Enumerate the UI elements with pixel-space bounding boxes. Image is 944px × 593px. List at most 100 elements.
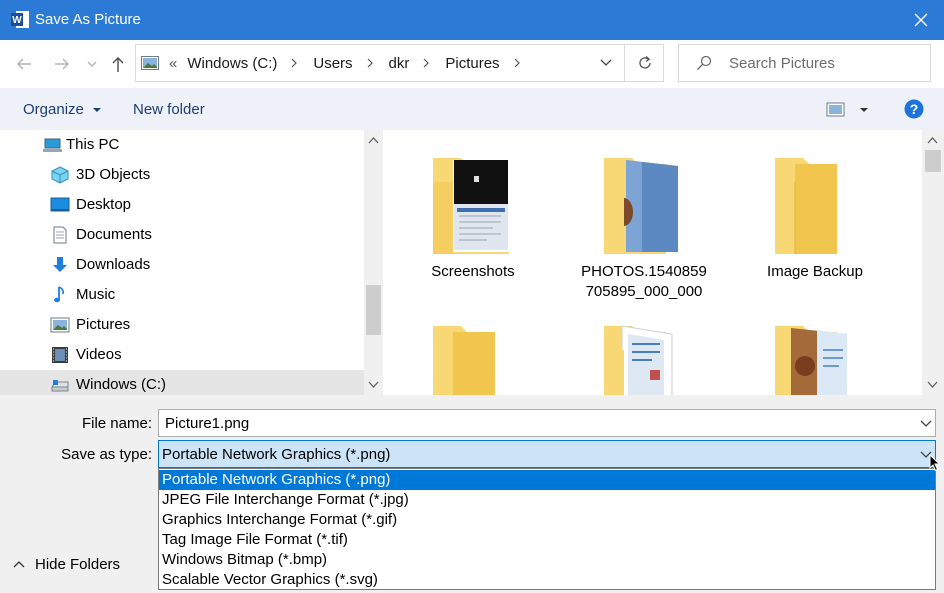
downloads-icon xyxy=(53,257,67,272)
music-icon xyxy=(54,286,64,303)
sidebar-item-music[interactable]: Music xyxy=(0,280,364,310)
desktop-icon xyxy=(50,197,70,212)
hide-folders-label: Hide Folders xyxy=(35,556,121,573)
chevron-down-icon[interactable] xyxy=(920,420,932,428)
search-icon xyxy=(697,55,712,70)
breadcrumb-dkr[interactable]: dkr xyxy=(389,55,410,72)
sidebar-item-label: This PC xyxy=(66,136,120,153)
this-pc-icon xyxy=(43,138,62,152)
sidebar-item-3d-objects[interactable]: 3D Objects xyxy=(0,160,364,190)
file-name-field[interactable]: Picture1.png xyxy=(158,409,936,437)
chevron-down-icon xyxy=(600,59,612,66)
scroll-thumb[interactable] xyxy=(366,285,381,335)
sidebar-item-pictures[interactable]: Pictures xyxy=(0,310,364,340)
title-bar: W Save As Picture xyxy=(0,0,944,40)
new-folder-button[interactable]: New folder xyxy=(133,101,205,118)
scroll-up-icon[interactable] xyxy=(927,136,938,144)
breadcrumb-users[interactable]: Users xyxy=(313,55,352,72)
folder-icon xyxy=(604,325,673,395)
sidebar-item-desktop[interactable]: Desktop xyxy=(0,190,364,220)
folder-icon xyxy=(433,158,509,254)
address-history-button[interactable] xyxy=(588,45,624,81)
scroll-up-icon[interactable] xyxy=(368,136,379,144)
refresh-button[interactable] xyxy=(624,45,664,81)
search-placeholder: Search Pictures xyxy=(729,55,835,72)
chevron-right-icon[interactable] xyxy=(512,58,522,68)
chevron-right-icon[interactable] xyxy=(365,58,375,68)
forward-arrow-icon[interactable] xyxy=(52,54,72,74)
breadcrumb-pictures[interactable]: Pictures xyxy=(445,55,499,72)
videos-icon xyxy=(52,347,68,363)
sidebar-item-label: Pictures xyxy=(76,316,131,333)
address-bar[interactable]: « Windows (C:) Users dkr Pictures xyxy=(135,44,664,82)
folder-icon xyxy=(604,158,678,254)
folder-icon xyxy=(775,158,837,254)
scroll-down-icon[interactable] xyxy=(368,381,379,389)
file-name-label: File name: xyxy=(81,415,152,432)
chevron-right-icon[interactable] xyxy=(289,58,299,68)
sidebar-item-label: Videos xyxy=(76,346,122,363)
dropdown-option-gif[interactable]: Graphics Interchange Format (*.gif) xyxy=(159,510,935,530)
sidebar-item-label: Desktop xyxy=(76,196,132,213)
caret-down-icon xyxy=(93,108,102,112)
close-button[interactable] xyxy=(898,0,944,40)
window-title: Save As Picture xyxy=(35,11,141,28)
help-button[interactable]: ? xyxy=(904,99,924,119)
file-list[interactable]: Screenshots PHOTOS.1540859 705895_000_00… xyxy=(383,130,922,395)
navigation-pane[interactable]: This PC 3D Objects Desktop Documents Dow… xyxy=(0,130,364,395)
save-as-type-dropdown[interactable]: Portable Network Graphics (*.png) JPEG F… xyxy=(158,468,936,590)
search-input[interactable]: Search Pictures xyxy=(678,44,931,82)
pictures-icon xyxy=(50,317,70,333)
folder-label: Screenshots xyxy=(431,263,515,280)
file-list-scrollbar[interactable] xyxy=(922,130,944,395)
save-as-type-label: Save as type: xyxy=(61,446,152,463)
scroll-down-icon[interactable] xyxy=(927,381,938,389)
dropdown-option-jpg[interactable]: JPEG File Interchange Format (*.jpg) xyxy=(159,490,935,510)
view-options-icon xyxy=(826,102,868,117)
folder-label-line: PHOTOS.1540859 xyxy=(581,263,707,280)
back-arrow-icon[interactable] xyxy=(14,54,34,74)
folder-icon xyxy=(775,326,847,395)
dropdown-option-svg[interactable]: Scalable Vector Graphics (*.svg) xyxy=(159,570,935,590)
svg-text:W: W xyxy=(12,15,22,26)
sidebar-item-label: Windows (C:) xyxy=(76,376,167,393)
chevron-right-icon[interactable] xyxy=(421,58,431,68)
documents-icon xyxy=(53,226,67,244)
refresh-icon xyxy=(638,56,651,69)
word-icon: W xyxy=(11,11,29,28)
navigation-pane-scrollbar[interactable] xyxy=(364,130,383,395)
sidebar-item-windows-c[interactable]: Windows (C:) xyxy=(0,370,364,395)
sidebar-item-videos[interactable]: Videos xyxy=(0,340,364,370)
chevron-down-icon[interactable] xyxy=(84,54,100,74)
breadcrumb-overflow[interactable]: « xyxy=(169,55,177,72)
scroll-thumb[interactable] xyxy=(925,150,941,172)
dropdown-option-tif[interactable]: Tag Image File Format (*.tif) xyxy=(159,530,935,550)
sidebar-item-downloads[interactable]: Downloads xyxy=(0,250,364,280)
3d-objects-icon xyxy=(51,166,69,184)
folder-label-line: 705895_000_000 xyxy=(585,283,703,300)
sidebar-item-label: Documents xyxy=(76,226,152,243)
save-as-type-value: Portable Network Graphics (*.png) xyxy=(162,446,391,463)
view-options-button[interactable] xyxy=(826,101,868,119)
drive-icon xyxy=(50,380,69,392)
dropdown-option-bmp[interactable]: Windows Bitmap (*.bmp) xyxy=(159,550,935,570)
dropdown-option-png[interactable]: Portable Network Graphics (*.png) xyxy=(159,470,935,490)
mouse-cursor-icon xyxy=(929,454,941,472)
organize-button[interactable]: Organize xyxy=(23,101,102,118)
pictures-location-icon xyxy=(141,56,159,70)
breadcrumb-windows-c[interactable]: Windows (C:) xyxy=(187,55,277,72)
close-icon xyxy=(914,13,928,27)
sidebar-item-label: Downloads xyxy=(76,256,151,273)
sidebar-item-this-pc[interactable]: This PC xyxy=(0,130,364,160)
folder-label: PHOTOS.1540859 705895_000_000 xyxy=(569,262,719,302)
sidebar-item-label: Music xyxy=(76,286,116,303)
folder-label: Image Backup xyxy=(767,263,863,280)
organize-label: Organize xyxy=(23,101,84,118)
command-toolbar: Organize New folder xyxy=(0,88,944,130)
sidebar-item-documents[interactable]: Documents xyxy=(0,220,364,250)
chevron-up-icon xyxy=(13,561,25,568)
help-label: ? xyxy=(910,101,919,117)
save-as-type-select[interactable]: Portable Network Graphics (*.png) xyxy=(158,440,936,468)
sidebar-item-label: 3D Objects xyxy=(76,166,151,183)
up-arrow-icon[interactable] xyxy=(108,54,128,74)
